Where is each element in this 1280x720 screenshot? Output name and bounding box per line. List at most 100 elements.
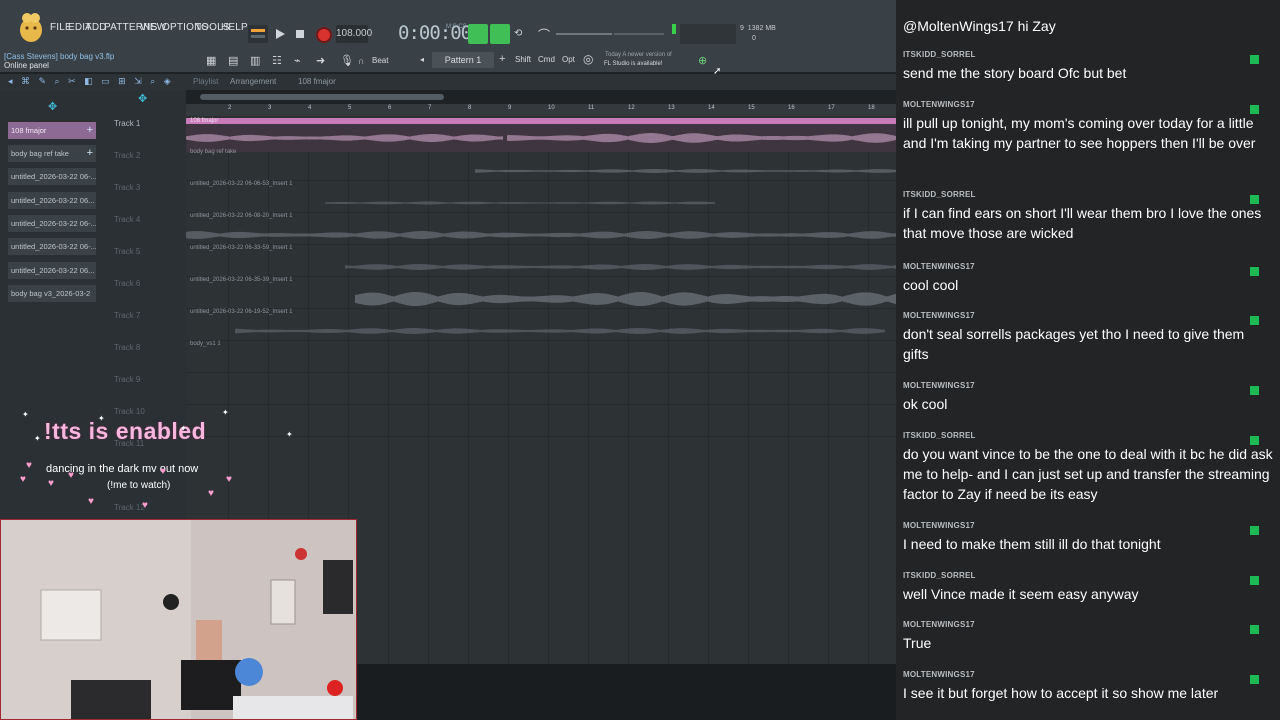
news-line[interactable]: Today A newer version of — [605, 52, 672, 58]
track-row[interactable] — [186, 372, 898, 405]
opt-button[interactable]: Opt — [562, 55, 575, 64]
add-icon[interactable]: + — [87, 122, 93, 139]
heart-icon: ♥ — [20, 474, 26, 485]
time-unit-label: M:S:CS — [446, 24, 467, 30]
chat-text: don't seal sorrells packages yet tho I n… — [903, 326, 1245, 362]
waveform — [475, 169, 897, 173]
ruler-bar-number: 8 — [468, 105, 472, 111]
chat-text: ok cool — [903, 396, 948, 412]
snap-selector[interactable]: Beat — [372, 56, 388, 65]
channel-rack-icon[interactable]: ▥ — [250, 54, 260, 67]
clip-item[interactable]: body bag ref take + — [8, 145, 96, 162]
track-label[interactable]: Track 3 — [114, 183, 140, 192]
chat-text: well Vince made it seem easy anyway — [903, 586, 1139, 602]
plugin-icon[interactable]: ⌁ — [294, 54, 301, 67]
clip-item-label: 108 fmajor — [11, 126, 47, 135]
chat-username[interactable]: MOLTENWINGS17 — [903, 620, 1273, 629]
update-globe-icon[interactable]: ⊕ — [698, 54, 707, 67]
cpu-value: 9 — [740, 25, 744, 32]
ruler-bar-number: 14 — [708, 105, 715, 111]
chat-message: MOLTENWINGS17 cool cool — [903, 262, 1273, 295]
ram-value: 1382 MB — [747, 25, 776, 32]
chat-username[interactable]: MOLTENWINGS17 — [903, 100, 1273, 109]
breadcrumb-playlist[interactable]: Playlist — [193, 77, 218, 86]
snap-toggle-button[interactable] — [468, 24, 488, 44]
breadcrumb-arrangement[interactable]: Arrangement — [230, 77, 276, 86]
sparkle-icon: ✦ — [34, 434, 41, 443]
loop-record-icon[interactable]: ⌒ — [538, 26, 550, 43]
stream-bottom-strip — [358, 664, 898, 720]
track-label[interactable]: Track 5 — [114, 247, 140, 256]
stop-button[interactable] — [294, 27, 306, 39]
track-label[interactable]: Track 9 — [114, 375, 140, 384]
cmd-button[interactable]: Cmd — [538, 55, 555, 64]
clip-item[interactable]: untitled_2026-03-22 06... — [8, 262, 96, 279]
chat-username[interactable]: ITSKIDD_SORREL — [903, 431, 1273, 440]
clip-item[interactable]: 108 fmajor + — [8, 122, 96, 139]
chat-username[interactable]: MOLTENWINGS17 — [903, 670, 1273, 679]
track-label[interactable]: Track 1 — [114, 119, 140, 128]
ruler-bar-number: 9 — [508, 105, 512, 111]
chat-username[interactable]: ITSKIDD_SORREL — [903, 190, 1273, 199]
ruler-bar-number: 4 — [308, 105, 312, 111]
chat-username[interactable]: MOLTENWINGS17 — [903, 311, 1273, 320]
add-icon[interactable]: + — [87, 145, 93, 162]
chat-username[interactable]: MOLTENWINGS17 — [903, 521, 1273, 530]
metronome-toggle-button[interactable] — [490, 24, 510, 44]
menu-help[interactable]: HELP — [221, 22, 248, 33]
pattern-add-icon[interactable]: + — [499, 53, 505, 65]
piano-roll-icon[interactable]: ▤ — [228, 54, 238, 67]
webcam-feed — [0, 519, 357, 720]
heart-icon: ♥ — [48, 478, 54, 489]
pattern-prev-icon[interactable]: ◂ — [420, 55, 424, 64]
clip-item-label: body bag v3_2026-03-2 — [11, 289, 91, 298]
song-mode-icon[interactable] — [248, 25, 268, 43]
pattern-selector[interactable]: Pattern 1 — [432, 52, 494, 68]
magnet-icon[interactable]: ∩ — [358, 56, 364, 66]
breadcrumb-pattern[interactable]: 108 fmajor — [298, 77, 336, 86]
record-button[interactable] — [316, 27, 332, 43]
chat-username[interactable]: ITSKIDD_SORREL — [903, 50, 1273, 59]
zoom-scrollbar[interactable] — [200, 94, 444, 100]
waveform — [325, 201, 715, 205]
chat-username[interactable]: MOLTENWINGS17 — [903, 262, 1273, 271]
sparkle-icon: ✦ — [98, 414, 105, 423]
clip-item[interactable]: untitled_2026-03-22 06-... — [8, 168, 96, 185]
play-button[interactable] — [274, 27, 286, 39]
chat-username[interactable]: MOLTENWINGS17 — [903, 381, 1273, 390]
timeline-ruler[interactable]: 2 3 4 5 6 7 8 9 10 11 12 13 14 15 16 17 18 — [186, 104, 898, 116]
track-label[interactable]: Track 12 — [114, 503, 145, 512]
clip-item[interactable]: untitled_2026-03-22 06-... — [8, 215, 96, 232]
wait-input-icon[interactable]: ⟲ — [514, 28, 522, 39]
clip-item[interactable]: body bag v3_2026-03-2 — [8, 285, 96, 302]
oscilloscope — [680, 24, 736, 44]
chat-username[interactable]: ITSKIDD_SORREL — [903, 571, 1273, 580]
ruler-bar-number: 5 — [348, 105, 352, 111]
tempo-display[interactable]: 108.000 — [336, 25, 372, 43]
arrow-icon[interactable]: ➜ — [316, 54, 325, 67]
track-label[interactable]: Track 4 — [114, 215, 140, 224]
panel-nav-icon[interactable]: ✥ — [48, 100, 57, 113]
track-label[interactable]: Track 2 — [114, 151, 140, 160]
online-panel-link[interactable]: Online panel — [4, 61, 49, 70]
track-label[interactable]: Track 10 — [114, 407, 145, 416]
clip-item[interactable]: untitled_2026-03-22 06-... — [8, 238, 96, 255]
app-mascot-icon — [18, 10, 44, 44]
playlist-tool-icon[interactable]: ▦ — [206, 54, 216, 67]
master-volume-slider[interactable] — [556, 33, 612, 35]
track-label[interactable]: Track 7 — [114, 311, 140, 320]
master-pitch-slider[interactable] — [614, 33, 664, 35]
heart-icon: ♥ — [208, 488, 214, 499]
mic-icon[interactable]: 🎙 — [340, 54, 354, 67]
waveform — [345, 264, 897, 270]
chat-text: @MoltenWings17 hi Zay — [903, 18, 1056, 34]
mixer-icon[interactable]: ☷ — [272, 54, 282, 67]
clip-item[interactable]: untitled_2026-03-22 06... — [8, 192, 96, 209]
chat-message: MOLTENWINGS17 I need to make them still i… — [903, 521, 1273, 554]
track-label[interactable]: Track 8 — [114, 343, 140, 352]
shift-button[interactable]: Shift — [515, 55, 531, 64]
touch-icon[interactable]: ◎ — [583, 52, 593, 66]
panel-nav-icon-2[interactable]: ✥ — [138, 92, 147, 105]
news-line-2[interactable]: FL Studio is available! — [604, 61, 662, 67]
track-label[interactable]: Track 6 — [114, 279, 140, 288]
